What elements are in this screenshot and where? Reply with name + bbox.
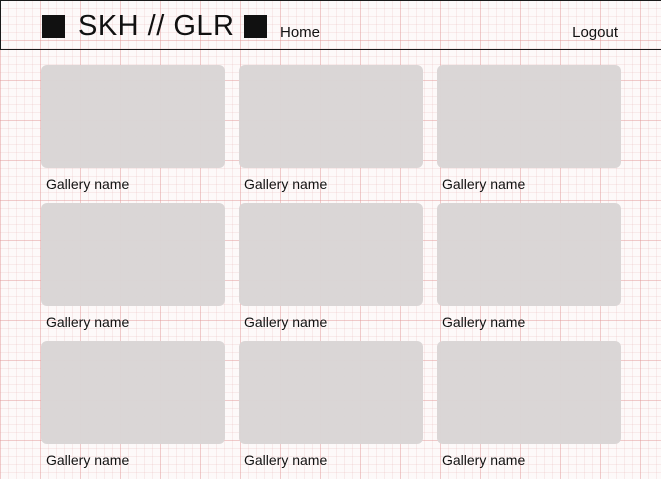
gallery-card[interactable]: Gallery name <box>437 203 621 341</box>
top-header: SKH // GLR Home Logout <box>0 0 661 50</box>
logout-link[interactable]: Logout <box>572 24 618 42</box>
gallery-card[interactable]: Gallery name <box>239 65 423 203</box>
gallery-card[interactable]: Gallery name <box>437 65 621 203</box>
gallery-name: Gallery name <box>244 314 328 330</box>
gallery-card[interactable]: Gallery name <box>239 341 423 479</box>
gallery-name: Gallery name <box>244 176 328 192</box>
gallery-card[interactable]: Gallery name <box>41 203 225 341</box>
gallery-name: Gallery name <box>244 452 328 468</box>
gallery-thumbnail[interactable] <box>239 65 423 168</box>
gallery-grid: Gallery name Gallery name Gallery name G… <box>41 65 621 479</box>
gallery-name: Gallery name <box>442 314 526 330</box>
gallery-name: Gallery name <box>46 452 130 468</box>
gallery-card[interactable]: Gallery name <box>437 341 621 479</box>
gallery-thumbnail[interactable] <box>437 341 621 444</box>
gallery-name: Gallery name <box>442 176 526 192</box>
gallery-name: Gallery name <box>46 176 130 192</box>
gallery-name: Gallery name <box>46 314 130 330</box>
logo-square-left-icon <box>42 15 65 38</box>
gallery-card[interactable]: Gallery name <box>239 203 423 341</box>
nav-home-link[interactable]: Home <box>280 24 320 42</box>
site-brand[interactable]: SKH // GLR <box>78 8 235 44</box>
gallery-thumbnail[interactable] <box>41 65 225 168</box>
gallery-thumbnail[interactable] <box>239 203 423 306</box>
gallery-card[interactable]: Gallery name <box>41 65 225 203</box>
gallery-thumbnail[interactable] <box>239 341 423 444</box>
gallery-name: Gallery name <box>442 452 526 468</box>
gallery-thumbnail[interactable] <box>437 65 621 168</box>
gallery-thumbnail[interactable] <box>41 341 225 444</box>
gallery-card[interactable]: Gallery name <box>41 341 225 479</box>
gallery-thumbnail[interactable] <box>437 203 621 306</box>
gallery-thumbnail[interactable] <box>41 203 225 306</box>
logo-square-right-icon <box>244 15 267 38</box>
